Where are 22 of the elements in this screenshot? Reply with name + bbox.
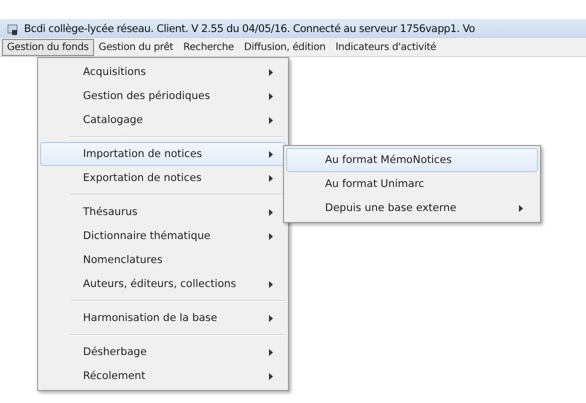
menu-bar-item[interactable]: Diffusion, édition (239, 38, 331, 56)
menu-item[interactable]: Thésaurus (40, 200, 286, 224)
menu-item[interactable]: Harmonisation de la base (40, 306, 286, 330)
menu-item[interactable]: Au format MémoNotices (286, 148, 538, 172)
menu-bar-item[interactable]: Indicateurs d'activité (330, 38, 442, 56)
menu-item[interactable]: Exportation de notices (40, 166, 286, 190)
app-icon (6, 22, 20, 36)
menu-item[interactable]: Désherbage (40, 340, 286, 364)
menu-item[interactable]: Dictionnaire thématique (40, 224, 286, 248)
menu-item[interactable]: Catalogage (40, 108, 286, 132)
menu-bar-item[interactable]: Gestion du prêt (94, 38, 178, 56)
menu-item[interactable]: Importation de notices (40, 142, 286, 166)
menu-bar-item[interactable]: Gestion du fonds (2, 38, 94, 56)
menu-item[interactable]: Nomenclatures (40, 248, 286, 272)
menu-item[interactable]: Au format Unimarc (286, 172, 538, 196)
menu-bar-item[interactable]: Recherche (178, 38, 240, 56)
menu-item[interactable]: Acquisitions (40, 60, 286, 84)
menu-item[interactable]: Récolement (40, 364, 286, 388)
menu-item[interactable]: Gestion des périodiques (40, 84, 286, 108)
window-title: Bcdi collège-lycée réseau. Client. V 2.55 du 04/05/16. Connecté au serveur 1756vapp1. Vo (24, 22, 475, 34)
menu-item[interactable]: Depuis une base externe (286, 196, 538, 220)
menu-item[interactable]: Auteurs, éditeurs, collections (40, 272, 286, 296)
